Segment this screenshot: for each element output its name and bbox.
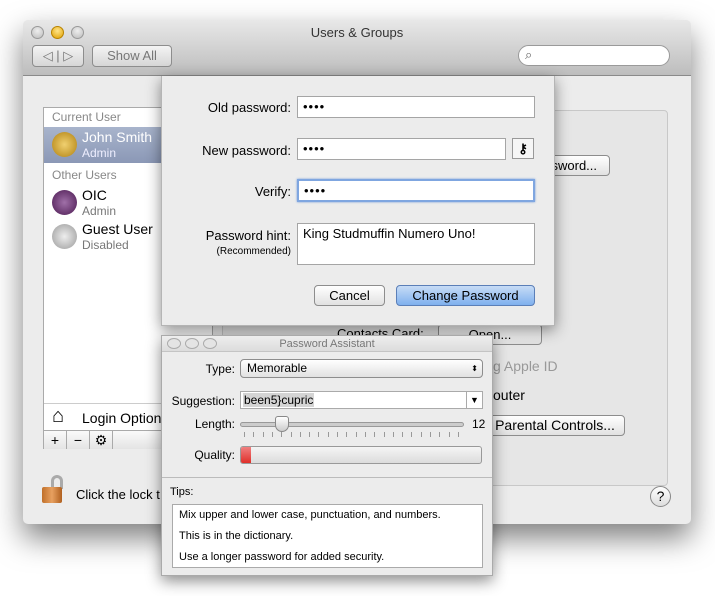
verify-field[interactable]: •••• [297, 179, 535, 202]
slider-tick [299, 432, 301, 437]
tip-item: Mix upper and lower case, punctuation, a… [179, 509, 441, 521]
quality-meter [240, 446, 482, 464]
cancel-button[interactable]: Cancel [314, 285, 385, 306]
avatar [52, 190, 77, 215]
house-icon: ⌂ [52, 405, 65, 427]
tips-label: Tips: [170, 486, 194, 498]
new-password-field[interactable]: •••• [297, 138, 506, 160]
remove-user-button[interactable]: − [67, 431, 90, 449]
tip-item: Use a longer password for added security… [179, 551, 385, 563]
parental-controls-button[interactable]: Parental Controls... [485, 415, 625, 436]
avatar [52, 132, 77, 157]
slider-tick [411, 432, 413, 437]
back-forward-buttons[interactable]: ◁ | ▷ [32, 45, 84, 67]
slider-tick [430, 432, 431, 437]
old-password-field[interactable]: •••• [297, 96, 535, 118]
old-password-label: Old password: [207, 100, 291, 115]
verify-label: Verify: [254, 184, 291, 199]
user-name: John Smith [82, 129, 153, 145]
user-name: Guest User [82, 221, 153, 237]
quality-meter-fill [241, 447, 251, 463]
password-hint-field[interactable]: King Studmuffin Numero Uno! [297, 223, 535, 265]
length-slider-ticks [244, 432, 460, 437]
quality-label: Quality: [194, 448, 235, 462]
toolbar: Users & Groups ◁ | ▷ Show All ⌕ [23, 20, 691, 76]
close-button[interactable] [167, 338, 181, 349]
slider-tick [244, 432, 245, 437]
forward-icon[interactable]: ▷ [63, 48, 73, 63]
slider-tick [457, 432, 459, 437]
help-button[interactable]: ? [650, 486, 671, 507]
suggestion-combobox[interactable]: been5}cupric ▼ [240, 391, 483, 409]
search-input[interactable]: ⌕ [518, 45, 670, 66]
minimize-button[interactable] [185, 338, 199, 349]
slider-tick [271, 432, 273, 437]
current-user-header: Current User [52, 110, 121, 124]
search-icon: ⌕ [525, 47, 533, 62]
user-role: Admin [82, 146, 117, 160]
show-all-button[interactable]: Show All [92, 45, 172, 67]
user-role: Disabled [82, 238, 129, 252]
user-name: OIC [82, 187, 107, 203]
password-assistant-window: Password Assistant Type: Memorable ⬍ Sugg… [161, 335, 493, 576]
gear-icon[interactable]: ⚙ [90, 431, 113, 449]
slider-tick [420, 432, 422, 437]
tips-list: Mix upper and lower case, punctuation, a… [172, 504, 483, 568]
updown-icon: ⬍ [471, 364, 478, 373]
slider-tick [262, 432, 264, 437]
lock-text: Click the lock t [76, 487, 160, 502]
slider-tick [392, 432, 394, 437]
change-password-button[interactable]: Change Password [396, 285, 535, 306]
slider-tick [290, 432, 292, 437]
administer-computer-text: outer [493, 387, 525, 403]
change-password-sheet: Old password: •••• New password: •••• ⚷ … [161, 76, 555, 326]
zoom-button[interactable] [203, 338, 217, 349]
slider-tick [281, 432, 283, 437]
type-value: Memorable [247, 361, 308, 375]
tip-item: This is in the dictionary. [179, 530, 294, 542]
length-slider-thumb[interactable] [275, 416, 289, 432]
length-label: Length: [194, 417, 235, 431]
suggestion-value: been5}cupric [243, 393, 315, 407]
user-role: Admin [82, 204, 117, 218]
window-title: Users & Groups [310, 25, 404, 40]
back-icon[interactable]: ◁ [43, 48, 53, 63]
slider-tick [448, 432, 450, 437]
slider-tick [318, 432, 320, 437]
slider-tick [327, 432, 329, 437]
slider-tick [337, 432, 338, 437]
slider-tick [346, 432, 348, 437]
length-slider-track[interactable] [240, 422, 464, 427]
recommended-label: (Recommended) [216, 246, 291, 257]
apple-id-text: g Apple ID [493, 358, 558, 374]
slider-tick [402, 432, 404, 437]
password-hint-label: Password hint: [205, 228, 291, 243]
suggestion-label: Suggestion: [171, 394, 235, 408]
length-value: 12 [472, 417, 486, 431]
slider-tick [364, 432, 366, 437]
slider-tick [253, 432, 255, 437]
slider-tick [355, 432, 357, 437]
login-options-label: Login Options [82, 410, 169, 426]
slider-tick [439, 432, 441, 437]
add-user-button[interactable]: + [44, 431, 67, 449]
slider-tick [309, 432, 311, 437]
type-label: Type: [205, 362, 235, 376]
type-select[interactable]: Memorable ⬍ [240, 359, 483, 378]
other-users-header: Other Users [52, 168, 117, 182]
slider-tick [374, 432, 376, 437]
key-icon[interactable]: ⚷ [512, 138, 534, 159]
dropdown-arrow-icon[interactable]: ▼ [466, 392, 482, 408]
new-password-label: New password: [202, 143, 291, 158]
divider [162, 477, 492, 478]
avatar [52, 224, 77, 249]
slider-tick [383, 432, 385, 437]
lock-icon[interactable] [42, 475, 70, 505]
